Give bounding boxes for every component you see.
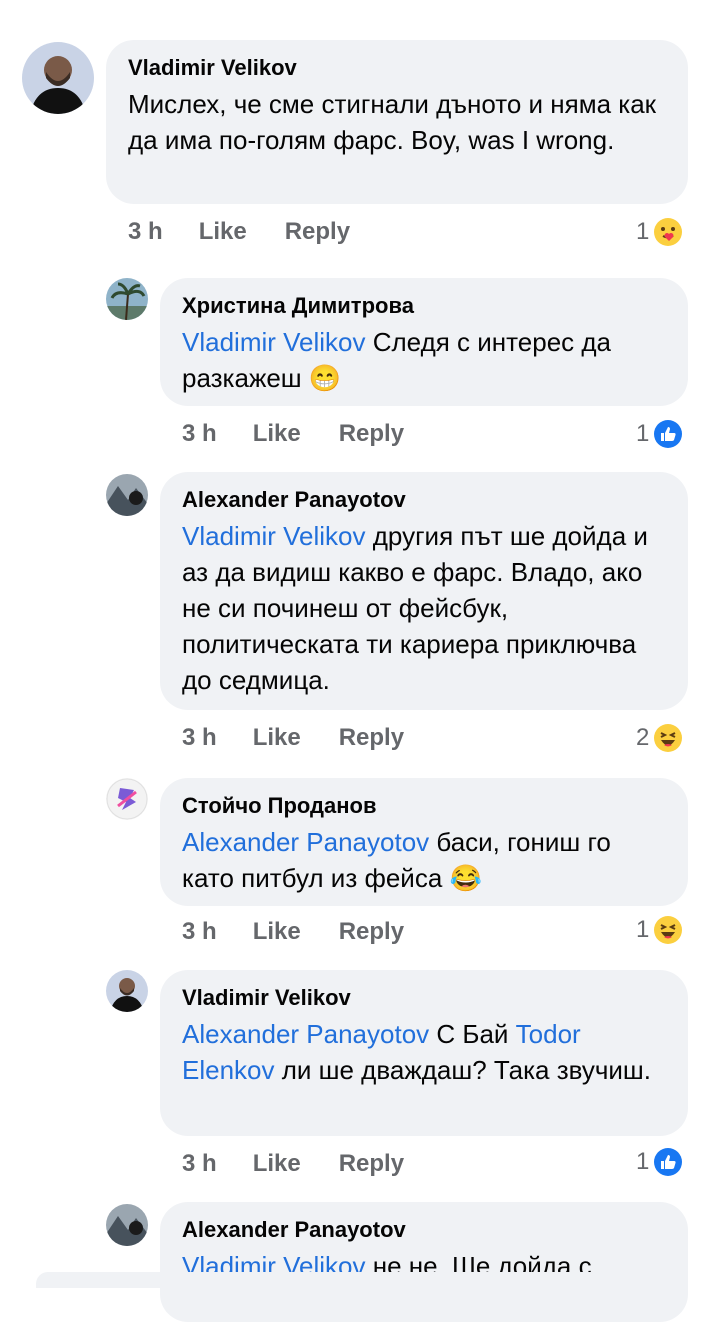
comment-bubble: Христина Димитрова Vladimir Velikov След… <box>160 278 688 406</box>
avatar[interactable] <box>106 1204 148 1246</box>
mention-link[interactable]: Alexander Panayotov <box>182 827 429 857</box>
haha-icon <box>654 724 683 752</box>
like-button[interactable]: Like <box>253 420 301 448</box>
mention-link[interactable]: Alexander Panayotov <box>182 1019 429 1049</box>
like-button[interactable]: Like <box>253 724 301 752</box>
comment-bubble: Vladimir Velikov Alexander Panayotov С Б… <box>160 970 688 1136</box>
comment-text: Alexander Panayotov баси, гониш го като … <box>182 824 666 896</box>
reply-button[interactable]: Reply <box>339 420 404 448</box>
avatar-photo-icon <box>106 474 148 516</box>
reaction-summary[interactable]: 1 <box>636 418 683 450</box>
avatar[interactable] <box>106 278 148 320</box>
comment-body: ли ше дваждаш? Така звучиш. <box>274 1055 652 1085</box>
reaction-summary[interactable]: 1 <box>636 914 683 946</box>
comment-author[interactable]: Христина Димитрова <box>182 292 666 320</box>
comment-time[interactable]: 3 h <box>182 724 217 752</box>
comment-text: Alexander Panayotov С Бай Todor Elenkov … <box>182 1016 666 1088</box>
comment-author[interactable]: Alexander Panayotov <box>182 486 666 514</box>
avatar-photo-icon <box>22 42 94 114</box>
avatar[interactable] <box>106 970 148 1012</box>
comment-actions: 3 h Like Reply <box>182 418 442 450</box>
comment-bubble: Alexander Panayotov Vladimir Velikov дру… <box>160 472 688 710</box>
comment-actions: 3 h Like Reply <box>182 722 442 754</box>
avatar[interactable] <box>106 778 148 820</box>
comment-text: Мислех, че сме стигнали дъното и няма ка… <box>128 89 657 155</box>
reaction-count: 2 <box>636 724 650 751</box>
comment-time[interactable]: 3 h <box>182 1150 217 1178</box>
reply-button[interactable]: Reply <box>339 918 404 946</box>
comment-bubble: Alexander Panayotov Vladimir Velikov не … <box>160 1202 688 1322</box>
comment-composer-edge[interactable] <box>36 1272 673 1288</box>
reaction-count: 1 <box>636 1148 650 1175</box>
reply-button[interactable]: Reply <box>285 218 350 246</box>
comment-body: С Бай <box>429 1019 516 1049</box>
avatar-photo-icon <box>106 278 148 320</box>
avatar-photo-icon <box>106 778 148 820</box>
comment-author[interactable]: Стойчо Проданов <box>182 792 666 820</box>
reaction-summary[interactable]: 1 <box>636 216 683 248</box>
reaction-summary[interactable]: 2 <box>636 722 683 754</box>
reaction-count: 1 <box>636 916 650 943</box>
avatar-photo-icon <box>106 970 148 1012</box>
comment-author[interactable]: Vladimir Velikov <box>128 54 666 82</box>
avatar[interactable] <box>106 474 148 516</box>
comment-text: Vladimir Velikov другия път ше дойда и а… <box>182 518 666 698</box>
avatar[interactable] <box>22 42 94 114</box>
comment-time[interactable]: 3 h <box>182 918 217 946</box>
comment-bubble: Стойчо Проданов Alexander Panayotov баси… <box>160 778 688 906</box>
comment-actions: 3 h Like Reply <box>182 1148 442 1180</box>
comment-bubble: Vladimir Velikov Мислех, че сме стигнали… <box>106 40 688 204</box>
reaction-count: 1 <box>636 218 650 245</box>
comment-actions: 3 h Like Reply <box>128 216 388 248</box>
comment-author[interactable]: Alexander Panayotov <box>182 1216 666 1244</box>
like-icon <box>654 1148 683 1176</box>
comment-time[interactable]: 3 h <box>128 218 163 246</box>
reply-button[interactable]: Reply <box>339 724 404 752</box>
comment-actions: 3 h Like Reply <box>182 916 442 948</box>
care-icon <box>654 218 683 246</box>
like-button[interactable]: Like <box>199 218 247 246</box>
reply-button[interactable]: Reply <box>339 1150 404 1178</box>
mention-link[interactable]: Vladimir Velikov <box>182 521 366 551</box>
reaction-summary[interactable]: 1 <box>636 1146 683 1178</box>
reaction-count: 1 <box>636 420 650 447</box>
like-icon <box>654 420 683 448</box>
haha-icon <box>654 916 683 944</box>
avatar-photo-icon <box>106 1204 148 1246</box>
like-button[interactable]: Like <box>253 1150 301 1178</box>
mention-link[interactable]: Vladimir Velikov <box>182 327 366 357</box>
comment-text: Vladimir Velikov Следя с интерес да разк… <box>182 324 666 396</box>
comment-author[interactable]: Vladimir Velikov <box>182 984 666 1012</box>
comment-time[interactable]: 3 h <box>182 420 217 448</box>
like-button[interactable]: Like <box>253 918 301 946</box>
